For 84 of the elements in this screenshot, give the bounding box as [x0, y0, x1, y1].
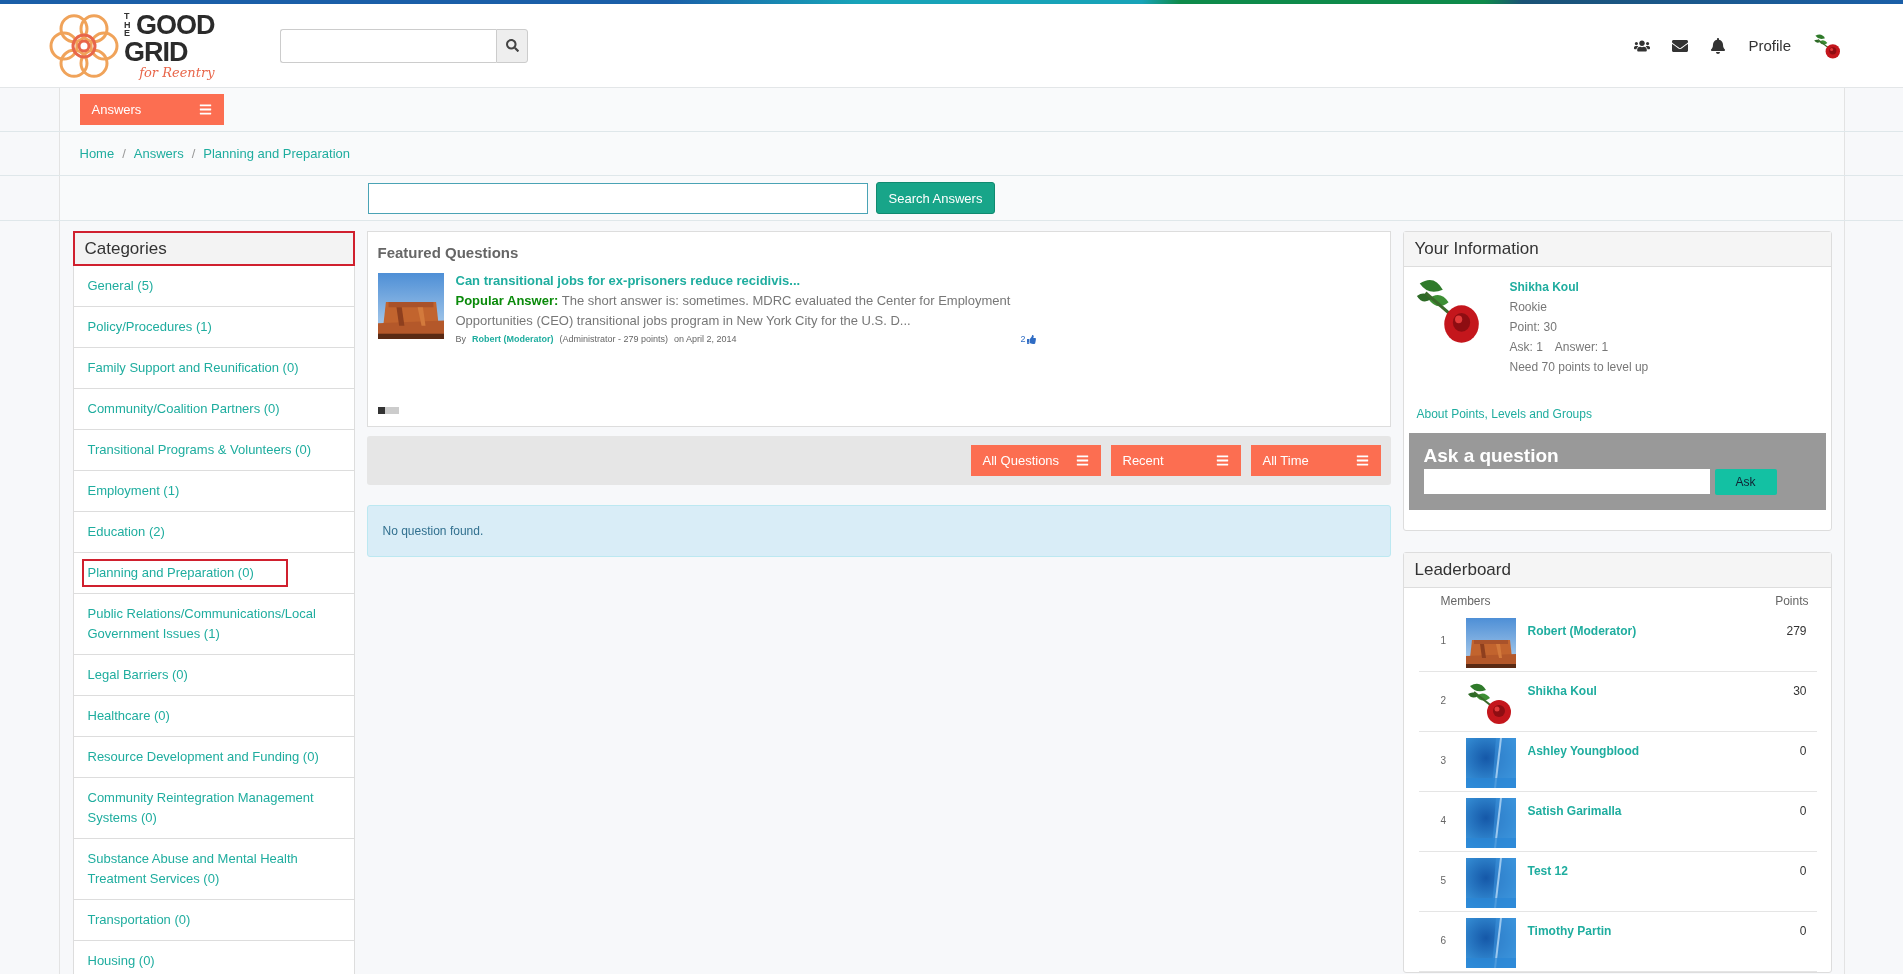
- ask-title: Ask a question: [1423, 445, 1560, 467]
- member-points: 0: [1798, 744, 1808, 758]
- category-link[interactable]: Transportation (0): [72, 900, 355, 941]
- category-link[interactable]: Community Reintegration Management Systems (0): [72, 778, 355, 839]
- menu-icon: [1075, 454, 1089, 467]
- author-info: (Administrator - 279 points): [559, 334, 669, 344]
- search-answers-button[interactable]: Search Answers: [875, 182, 996, 214]
- rank-number: 1: [1439, 635, 1448, 646]
- member-points: 0: [1798, 924, 1808, 938]
- panel-heading: Your Information: [1403, 232, 1831, 267]
- author-link[interactable]: Robert (Moderator): [472, 334, 554, 344]
- logo-text: GOOD: [136, 12, 215, 39]
- member-points: 0: [1798, 864, 1808, 878]
- breadcrumb-separator: /: [122, 146, 126, 161]
- category-link[interactable]: Policy/Procedures (1): [72, 307, 355, 348]
- panel-heading: Leaderboard: [1403, 553, 1831, 588]
- user-points: Point: 30: [1509, 319, 1558, 336]
- member-name-link[interactable]: Test 12: [1527, 864, 1757, 878]
- ask-button[interactable]: Ask: [1714, 469, 1777, 495]
- rank-number: 3: [1439, 755, 1448, 766]
- user-level: Rookie: [1509, 299, 1548, 316]
- rank-number: 6: [1439, 935, 1448, 946]
- answer-count: Answer: 1: [1554, 339, 1609, 356]
- member-name-link[interactable]: Satish Garimalla: [1527, 804, 1757, 818]
- rank-number: 2: [1439, 695, 1448, 706]
- like-count[interactable]: 2: [1020, 334, 1036, 344]
- category-link[interactable]: Substance Abuse and Mental Health Treatment Services (0): [72, 839, 355, 900]
- category-link[interactable]: Public Relations/Communications/Local Government Issues (1): [72, 594, 355, 655]
- member-points: 0: [1798, 804, 1808, 818]
- logo-tagline: for Reentry: [137, 66, 215, 79]
- filter-button[interactable]: All Time: [1250, 445, 1381, 476]
- breadcrumb-link[interactable]: Planning and Preparation: [203, 146, 351, 161]
- member-name-link[interactable]: Robert (Moderator): [1527, 624, 1757, 638]
- member-points: 30: [1792, 684, 1808, 698]
- profile-link[interactable]: Profile: [1748, 37, 1791, 54]
- question-link[interactable]: Can transitional jobs for ex-prisoners reduce recidivis...: [455, 273, 1036, 288]
- category-link[interactable]: Education (2): [72, 512, 355, 553]
- breadcrumb-separator: /: [191, 146, 196, 161]
- filter-button[interactable]: Recent: [1110, 445, 1241, 476]
- breadcrumb-link[interactable]: Home: [79, 146, 115, 161]
- envelope-icon[interactable]: [1672, 37, 1689, 54]
- member-name-link[interactable]: Shikha Koul: [1527, 684, 1757, 698]
- logo-text: GRID: [124, 39, 189, 66]
- by-label: By: [455, 334, 466, 344]
- logo-text: THE: [124, 12, 132, 39]
- thumbs-up-icon: [1026, 334, 1036, 344]
- search-button[interactable]: [496, 28, 528, 63]
- member-points: 279: [1785, 624, 1808, 638]
- category-link[interactable]: Resource Development and Funding (0): [72, 737, 355, 778]
- user-name-link[interactable]: Shikha Koul: [1509, 277, 1649, 297]
- categories-heading: Categories: [72, 231, 355, 266]
- featured-title: Featured Questions: [377, 244, 520, 261]
- category-link[interactable]: Housing (0): [72, 941, 355, 974]
- member-name-link[interactable]: Ashley Youngblood: [1527, 744, 1757, 758]
- menu-icon: [198, 103, 212, 116]
- bell-icon[interactable]: [1710, 37, 1727, 54]
- breadcrumb-link[interactable]: Answers: [133, 146, 184, 161]
- category-link[interactable]: Employment (1): [72, 471, 355, 512]
- column-header: Members: [1440, 594, 1492, 610]
- post-date: on April 2, 2014: [674, 334, 737, 344]
- category-link[interactable]: Healthcare (0): [72, 696, 355, 737]
- category-link[interactable]: Legal Barriers (0): [72, 655, 355, 696]
- column-header: Points: [1775, 594, 1809, 610]
- level-up-text: Need 70 points to level up: [1509, 359, 1649, 376]
- category-link[interactable]: Family Support and Reunification (0): [72, 348, 355, 389]
- popular-answer: Popular Answer: The short answer is: sometimes. MDRC evaluated the Center for Employment Opportunities (CEO) transitional jobs program in New York City for the U.S. D...: [455, 292, 1012, 330]
- filter-button[interactable]: All Questions: [970, 445, 1101, 476]
- menu-icon: [1355, 454, 1369, 467]
- category-link[interactable]: Community/Coalition Partners (0): [72, 389, 355, 430]
- rank-number: 5: [1439, 875, 1448, 886]
- search-field[interactable]: [280, 28, 496, 63]
- ask-field[interactable]: [1423, 469, 1710, 494]
- menu-icon: [1215, 454, 1229, 467]
- answers-menu-button[interactable]: Answers: [79, 94, 224, 125]
- search-icon: [505, 39, 519, 52]
- rank-number: 4: [1439, 815, 1448, 826]
- member-name-link[interactable]: Timothy Partin: [1527, 924, 1757, 938]
- no-question-notice: No question found.: [366, 505, 1391, 557]
- category-link[interactable]: Planning and Preparation (0): [72, 553, 355, 594]
- category-link[interactable]: General (5): [72, 266, 355, 307]
- search-answers-field[interactable]: [367, 182, 868, 214]
- category-link[interactable]: Transitional Programs & Volunteers (0): [72, 430, 355, 471]
- about-points-link[interactable]: About Points, Levels and Groups: [1416, 407, 1831, 421]
- ask-count: Ask: 1: [1509, 339, 1543, 356]
